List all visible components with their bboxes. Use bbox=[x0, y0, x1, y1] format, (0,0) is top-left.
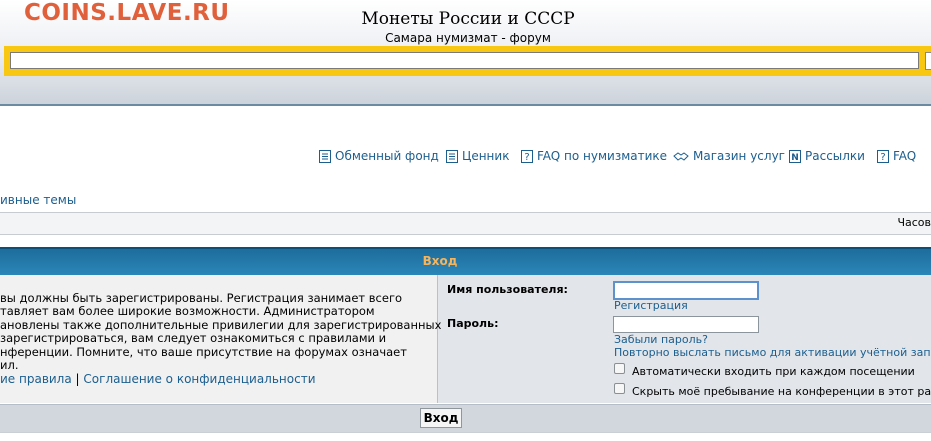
nav-item-newsletters[interactable]: N Рассылки bbox=[789, 146, 865, 166]
username-label: Имя пользователя: bbox=[447, 283, 568, 296]
nav-item-faq[interactable]: ? FAQ bbox=[877, 146, 916, 166]
nav-item-services-shop[interactable]: Магазин услуг bbox=[673, 146, 785, 166]
nav-item-price-list[interactable]: Ценник bbox=[446, 146, 509, 166]
login-submit-button[interactable]: Вход bbox=[420, 408, 462, 428]
nav-item-label: Магазин услуг bbox=[693, 149, 785, 163]
svg-text:N: N bbox=[791, 153, 799, 163]
registration-info-text: вы должны быть зарегистрированы. Регистр… bbox=[0, 291, 442, 373]
newsletter-icon: N bbox=[789, 149, 801, 163]
resend-activation-link[interactable]: Повторно выслать письмо для активации уч… bbox=[614, 346, 931, 359]
info-band bbox=[0, 212, 931, 235]
info-line: вы должны быть зарегистрированы. Регистр… bbox=[0, 291, 403, 305]
username-input[interactable] bbox=[613, 281, 759, 300]
info-line: тавляет вам более широкие возможности. А… bbox=[0, 304, 375, 319]
rules-links: ие правила | Соглашение о конфиденциальн… bbox=[0, 372, 316, 386]
info-line: ановлены также дополнительные привилегии… bbox=[0, 317, 442, 332]
list-icon bbox=[319, 149, 331, 163]
auto-login-label: Автоматически входить при каждом посещен… bbox=[632, 365, 915, 378]
info-line: зарегистрироваться, вам следует ознакоми… bbox=[0, 331, 387, 346]
hide-online-label: Скрыть моё пребывание на конференции в э… bbox=[632, 385, 931, 398]
svg-text:?: ? bbox=[524, 152, 529, 163]
rules-link[interactable]: ие правила bbox=[0, 372, 72, 386]
info-line: нференции. Помните, что ваше присутствие… bbox=[0, 344, 407, 359]
question-icon: ? bbox=[877, 149, 889, 163]
site-title: Монеты России и СССР bbox=[361, 9, 575, 29]
nav-item-label: FAQ bbox=[893, 149, 917, 163]
privacy-link[interactable]: Соглашение о конфиденциальности bbox=[83, 372, 315, 386]
search-input[interactable] bbox=[10, 52, 919, 69]
header-divider bbox=[0, 104, 931, 106]
register-link[interactable]: Регистрация bbox=[614, 299, 688, 312]
nav-item-exchange-fund[interactable]: Обменный фонд bbox=[319, 146, 439, 166]
active-topics-link[interactable]: ивные темы bbox=[0, 193, 76, 207]
site-subtitle: Самара нумизмат - форум bbox=[385, 31, 551, 45]
nav-item-faq-numismatics[interactable]: ? FAQ по нумизматике bbox=[521, 146, 667, 166]
search-button[interactable] bbox=[925, 52, 931, 70]
question-icon: ? bbox=[521, 149, 533, 163]
nav-item-label: FAQ по нумизматике bbox=[537, 149, 668, 163]
info-line: ил. bbox=[0, 358, 19, 373]
nav-item-label: Рассылки bbox=[805, 149, 865, 163]
hide-online-checkbox[interactable] bbox=[614, 383, 625, 394]
svg-text:?: ? bbox=[880, 152, 885, 163]
login-footer-band bbox=[0, 404, 931, 433]
forgot-password-link[interactable]: Забыли пароль? bbox=[614, 333, 708, 346]
login-panel-title: Вход bbox=[422, 254, 458, 268]
list-icon bbox=[446, 149, 458, 163]
top-navigation: Обменный фонд Ценник ? FAQ по нумизматик… bbox=[0, 146, 931, 166]
nav-item-label: Ценник bbox=[462, 149, 510, 163]
nav-item-label: Обменный фонд bbox=[335, 149, 439, 163]
password-input[interactable] bbox=[613, 316, 759, 333]
timezone-text: Часов bbox=[897, 216, 931, 229]
password-label: Пароль: bbox=[447, 317, 499, 330]
link-separator: | bbox=[75, 372, 80, 386]
auto-login-checkbox[interactable] bbox=[614, 363, 625, 374]
handshake-icon bbox=[673, 151, 689, 161]
